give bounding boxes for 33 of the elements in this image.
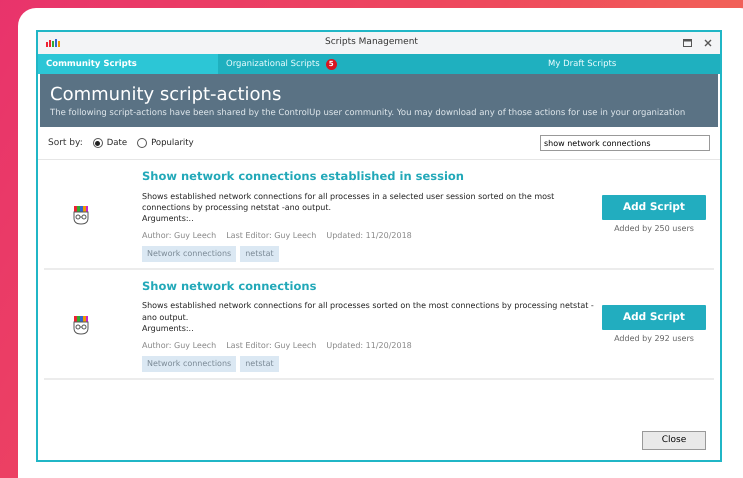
radio-option[interactable]: Date: [92, 137, 128, 150]
editor-text: Last Editor: Guy Leech: [226, 230, 316, 242]
close-icon[interactable]: [704, 39, 712, 47]
script-icon: [72, 314, 90, 335]
updated-text: Updated: 11/20/2018: [326, 340, 412, 352]
updated-text: Updated: 11/20/2018: [326, 230, 412, 242]
arguments-link[interactable]: Arguments:..: [142, 322, 602, 335]
tag: netstat: [240, 356, 279, 372]
add-script-button[interactable]: Add Script: [602, 304, 706, 330]
tag: Network connections: [142, 356, 236, 372]
sort-label: Sort by:: [48, 136, 83, 150]
author-text: Author: Guy Leech: [142, 230, 216, 242]
script-icon: [72, 205, 90, 226]
arguments-link[interactable]: Arguments:..: [142, 213, 602, 226]
script-title[interactable]: Show network connections: [142, 278, 602, 296]
script-description: Shows established network connections for all processes in a selected user session sorted on the most connections by processing netstat -ano output.: [142, 190, 556, 214]
usage-count: Added by 292 users: [614, 332, 694, 345]
search-field[interactable]: show network connections: [540, 135, 710, 152]
usage-count: Added by 250 users: [614, 223, 694, 236]
header-description: The following script-actions have been shared by the ControlUp user community. You may download any of those actions for use in your organization: [50, 108, 686, 120]
header-title: Community script-actions: [50, 84, 282, 106]
maximize-icon[interactable]: [683, 39, 692, 47]
radio-option[interactable]: Popularity: [137, 137, 194, 150]
editor-text: Last Editor: Guy Leech: [226, 340, 316, 352]
tag: netstat: [240, 246, 279, 262]
author-text: Author: Guy Leech: [142, 340, 216, 352]
close-button[interactable]: Close: [642, 431, 706, 450]
add-script-button[interactable]: Add Script: [602, 195, 706, 220]
app-logo-icon: [46, 39, 60, 47]
script-description: Shows established network connections for all processes sorted on the most connections by processing netstat -ano output.: [142, 300, 595, 323]
script-title[interactable]: Show network connections established in session: [142, 168, 602, 186]
tag: Network connections: [142, 246, 236, 262]
window-title: Scripts Management: [324, 36, 419, 50]
